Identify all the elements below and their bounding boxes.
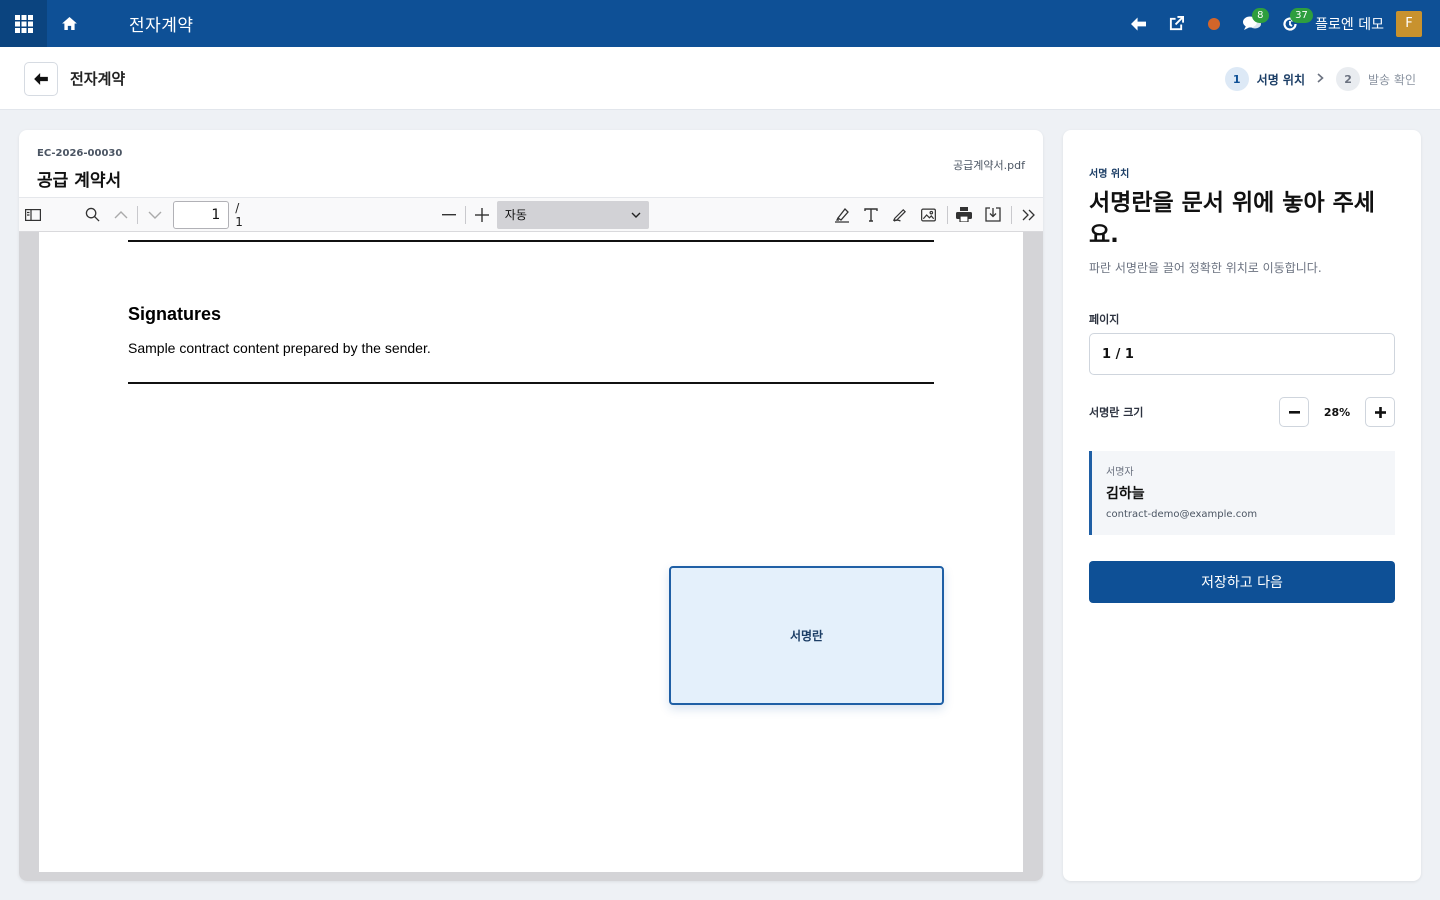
signature-field[interactable]: 서명란 xyxy=(669,566,944,705)
top-nav: 전자계약 8 37 플로엔 데모 F xyxy=(0,0,1440,47)
signature-field-label: 서명란 xyxy=(789,629,824,643)
panel-heading: 서명란을 문서 위에 놓아 주세요. xyxy=(1089,190,1375,248)
signer-card: 서명자 김하늘 contract-demo@example.com xyxy=(1089,451,1395,535)
size-value: 28% xyxy=(1323,405,1351,419)
zoom-select[interactable]: 자동 xyxy=(496,200,650,229)
status-dot[interactable] xyxy=(1195,0,1233,47)
pdf-viewer[interactable]: Signatures Sample contract content prepa… xyxy=(19,232,1043,881)
step-label-2: 발송 확인 xyxy=(1368,72,1416,87)
signer-name: 김하늘 xyxy=(1106,486,1145,502)
print-icon[interactable] xyxy=(950,201,979,229)
draw-pen-icon[interactable] xyxy=(885,201,914,229)
settings-panel: 서명 위치 서명란을 문서 위에 놓아 주세요. 파란 서명란을 끌어 정확한 … xyxy=(1063,130,1421,881)
page-select[interactable]: 1 / 1 xyxy=(1089,333,1395,375)
document-file-name: 공급계약서.pdf xyxy=(953,159,1025,172)
zoom-out-icon[interactable] xyxy=(434,201,463,229)
nav-title: 전자계약 xyxy=(129,16,194,36)
chevron-up-icon[interactable] xyxy=(107,201,136,229)
contract-body-text: Sample contract content prepared by the … xyxy=(128,340,431,356)
size-row: 서명란 크기 28% xyxy=(1089,397,1395,427)
highlight-icon[interactable] xyxy=(827,201,856,229)
page-label: 페이지 xyxy=(1089,313,1120,326)
document-id: EC-2026-00030 xyxy=(37,148,123,159)
chat-badge: 8 xyxy=(1252,8,1269,23)
size-decrease-button[interactable] xyxy=(1279,397,1309,427)
pdf-toolbar: / 1 자동 xyxy=(19,198,1043,232)
more-tools-icon[interactable] xyxy=(1014,201,1043,229)
page-title: 전자계약 xyxy=(70,70,126,88)
toolbar-separator xyxy=(137,205,139,224)
pdf-page: Signatures Sample contract content prepa… xyxy=(39,232,1023,872)
panel-description: 파란 서명란을 끌어 정확한 위치로 이동합니다. xyxy=(1089,261,1322,275)
signatures-heading: Signatures xyxy=(128,304,222,324)
divider xyxy=(128,240,934,242)
document-header: EC-2026-00030 공급 계약서 공급계약서.pdf xyxy=(19,130,1043,198)
chevron-right-icon xyxy=(1317,72,1324,86)
step-indicator: 1 서명 위치 2 발송 확인 xyxy=(1224,67,1416,91)
save-and-next-button[interactable]: 저장하고 다음 xyxy=(1089,561,1395,603)
home-icon[interactable] xyxy=(47,0,91,47)
signer-caption: 서명자 xyxy=(1106,467,1134,478)
toolbar-separator xyxy=(946,205,948,224)
chevron-down-icon xyxy=(631,212,641,218)
document-title: 공급 계약서 xyxy=(37,171,122,191)
divider xyxy=(128,382,934,384)
document-panel: EC-2026-00030 공급 계약서 공급계약서.pdf / 1 자동 xyxy=(19,130,1043,881)
user-name[interactable]: 플로엔 데모 xyxy=(1315,14,1384,34)
toolbar-separator xyxy=(1011,205,1013,224)
signer-email: contract-demo@example.com xyxy=(1106,509,1258,520)
zoom-in-icon[interactable] xyxy=(468,201,497,229)
back-button[interactable] xyxy=(24,62,58,96)
page-header: 전자계약 1 서명 위치 2 발송 확인 xyxy=(0,47,1440,110)
sidebar-toggle-icon[interactable] xyxy=(19,201,48,229)
step-number-1: 1 xyxy=(1224,67,1249,91)
search-icon[interactable] xyxy=(78,201,107,229)
chat-icon[interactable]: 8 xyxy=(1233,0,1271,47)
image-icon[interactable] xyxy=(914,201,943,229)
zoom-select-value: 자동 xyxy=(504,208,527,222)
plus-icon xyxy=(1374,406,1386,418)
activity-badge: 37 xyxy=(1290,8,1313,23)
arrow-left-icon xyxy=(34,73,48,85)
chevron-down-icon[interactable] xyxy=(140,201,169,229)
step-label-1: 서명 위치 xyxy=(1256,72,1306,87)
size-increase-button[interactable] xyxy=(1365,397,1395,427)
external-link-icon[interactable] xyxy=(1157,0,1195,47)
activity-refresh-icon[interactable]: 37 xyxy=(1271,0,1313,47)
step-number-2: 2 xyxy=(1336,67,1361,91)
app-grid-icon[interactable] xyxy=(0,0,47,47)
back-arrow-icon[interactable] xyxy=(1119,0,1157,47)
page-total: / 1 xyxy=(235,200,243,229)
size-label: 서명란 크기 xyxy=(1089,406,1144,419)
text-icon[interactable] xyxy=(856,201,885,229)
toolbar-separator xyxy=(465,205,466,224)
panel-eyebrow: 서명 위치 xyxy=(1089,169,1130,180)
download-icon[interactable] xyxy=(978,201,1007,229)
page-number-input[interactable] xyxy=(173,200,230,229)
avatar[interactable]: F xyxy=(1396,10,1422,37)
minus-icon xyxy=(1288,410,1300,414)
